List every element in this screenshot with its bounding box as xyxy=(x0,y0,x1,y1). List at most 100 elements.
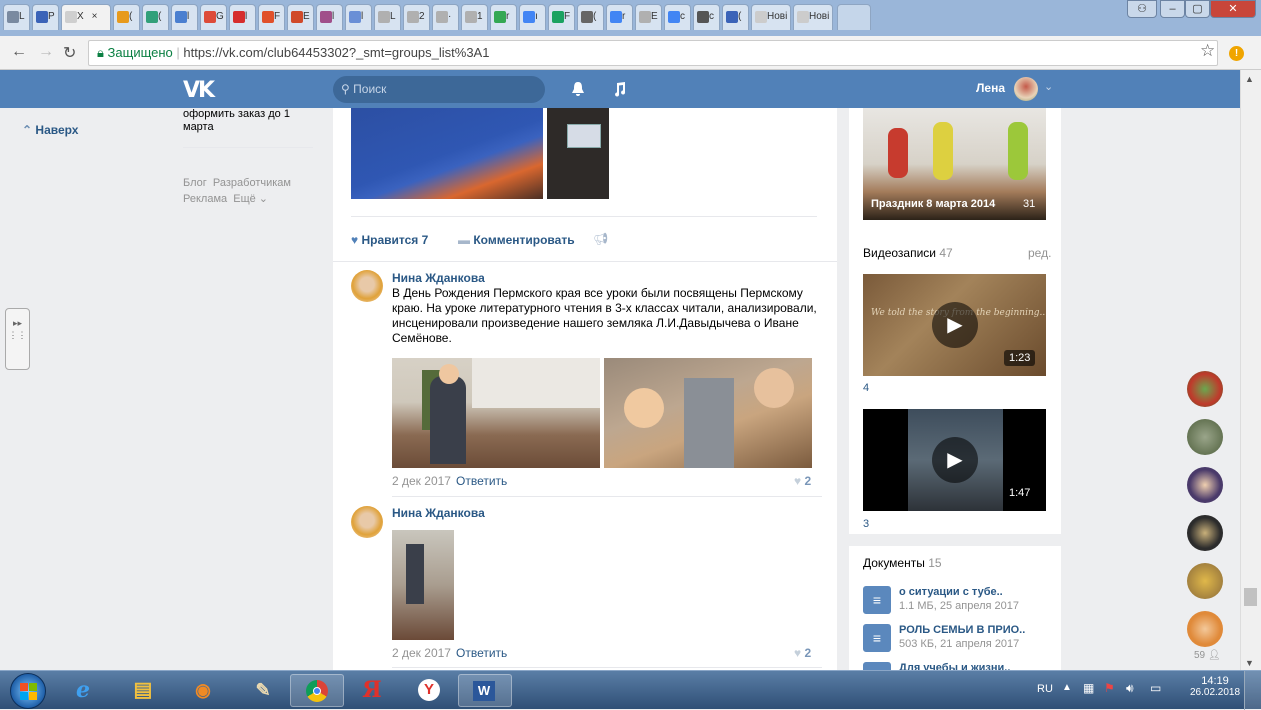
browser-tab[interactable]: 1 xyxy=(461,4,488,30)
window-minimize-button[interactable]: – xyxy=(1160,0,1185,18)
friend-avatar[interactable] xyxy=(1187,563,1223,599)
browser-tab[interactable]: ( xyxy=(722,4,749,30)
comment-like-button[interactable]: ♥ 2 xyxy=(794,646,811,660)
browser-tab[interactable]: l xyxy=(316,4,343,30)
post-photo[interactable] xyxy=(547,108,609,199)
window-close-button[interactable]: ✕ xyxy=(1210,0,1256,18)
show-desktop-button[interactable] xyxy=(1244,671,1261,710)
footer-link-blog[interactable]: Блог xyxy=(183,177,207,189)
comment-button[interactable]: ▬ Комментировать xyxy=(458,233,575,247)
tray-arrow-icon[interactable]: ▲ xyxy=(1062,682,1072,693)
browser-tab[interactable]: r xyxy=(490,4,517,30)
comment-photo[interactable] xyxy=(392,530,454,640)
browser-tab[interactable]: F xyxy=(258,4,285,30)
document-item[interactable]: ≡ РОЛЬ СЕМЬИ В ПРИО.. 503 КБ, 21 апреля 20… xyxy=(863,624,1053,658)
browser-tab[interactable]: P xyxy=(32,4,59,30)
like-button[interactable]: ♥ Нравится 7 xyxy=(351,233,428,247)
footer-link-dev[interactable]: Разработчикам xyxy=(213,177,291,189)
friend-avatar[interactable] xyxy=(1187,467,1223,503)
browser-tab[interactable]: Х × xyxy=(61,4,111,30)
word-taskbar-icon[interactable]: W xyxy=(458,674,512,707)
comment-photo[interactable] xyxy=(604,358,812,468)
scroll-down-arrow[interactable]: ▼ xyxy=(1245,658,1254,668)
browser-tab[interactable]: l xyxy=(171,4,198,30)
back-icon[interactable]: ← xyxy=(11,43,27,61)
window-restore-button[interactable]: ⚇ xyxy=(1127,0,1157,18)
document-item[interactable]: ≡ о ситуации с тубе.. 1.1 МБ, 25 апреля 20… xyxy=(863,586,1053,620)
browser-tab[interactable]: L xyxy=(3,4,30,30)
ie-taskbar-icon[interactable]: e xyxy=(56,674,110,707)
comment-author[interactable]: Нина Жданкова xyxy=(392,506,485,520)
language-indicator[interactable]: RU xyxy=(1037,683,1053,695)
browser-tab[interactable]: 2 xyxy=(403,4,430,30)
scroll-up-arrow[interactable]: ▲ xyxy=(1245,74,1254,84)
friend-avatar[interactable] xyxy=(1187,419,1223,455)
tab-close-icon[interactable]: × xyxy=(92,11,98,22)
browser-tab[interactable]: E xyxy=(635,4,662,30)
reload-icon[interactable]: ↻ xyxy=(63,43,76,63)
album-cover[interactable]: Праздник 8 марта 2014 31 xyxy=(863,108,1046,220)
search-input[interactable]: ⚲ Поиск xyxy=(333,76,545,103)
comment-author[interactable]: Нина Жданкова xyxy=(392,271,485,285)
browser-tab[interactable]: ( xyxy=(113,4,140,30)
browser-tab[interactable]: ı xyxy=(519,4,546,30)
browser-tab[interactable]: · xyxy=(432,4,459,30)
edit-link[interactable]: ред. xyxy=(1028,246,1051,260)
yandex-browser-taskbar-icon[interactable]: Я xyxy=(345,674,399,707)
chrome-taskbar-icon[interactable] xyxy=(290,674,344,707)
scroll-up-button[interactable]: ⌃ Наверх xyxy=(22,123,78,137)
browser-tab[interactable]: c xyxy=(693,4,720,30)
browser-tab[interactable]: E xyxy=(287,4,314,30)
browser-tab[interactable]: l xyxy=(229,4,256,30)
comment-avatar[interactable] xyxy=(351,506,383,538)
browser-tab[interactable]: F xyxy=(548,4,575,30)
browser-tab[interactable]: L xyxy=(374,4,401,30)
comment-photo[interactable] xyxy=(392,358,600,468)
browser-tab[interactable]: ( xyxy=(577,4,604,30)
media-player-taskbar-icon[interactable]: ◉ xyxy=(176,674,230,707)
browser-tab[interactable]: Нові xyxy=(793,4,833,30)
browser-tab[interactable]: l xyxy=(345,4,372,30)
tray-device-icon[interactable]: ▦ xyxy=(1083,681,1094,695)
start-button[interactable] xyxy=(10,673,46,709)
reply-button[interactable]: Ответить xyxy=(456,646,507,660)
comment-avatar[interactable] xyxy=(351,270,383,302)
bell-icon[interactable] xyxy=(571,81,585,97)
clock[interactable]: 14:19 26.02.2018 xyxy=(1190,675,1240,698)
post-photo[interactable] xyxy=(351,108,543,199)
music-icon[interactable] xyxy=(613,81,627,97)
video-thumb[interactable]: ▶ 1:47 xyxy=(863,409,1046,511)
explorer-taskbar-icon[interactable]: ▤ xyxy=(116,674,170,707)
videos-header[interactable]: Видеозаписи 47 xyxy=(863,246,953,260)
chevron-down-icon[interactable]: ⌄ xyxy=(1044,80,1053,93)
play-icon[interactable]: ▶ xyxy=(932,302,978,348)
browser-tab[interactable]: Нові xyxy=(751,4,791,30)
friend-avatar[interactable] xyxy=(1187,371,1223,407)
scroll-thumb[interactable] xyxy=(1244,588,1257,606)
browser-tab[interactable]: r xyxy=(606,4,633,30)
new-tab-button[interactable] xyxy=(837,4,871,30)
browser-tab[interactable]: G xyxy=(200,4,227,30)
documents-header[interactable]: Документы 15 xyxy=(863,556,942,570)
browser-tab[interactable]: c xyxy=(664,4,691,30)
user-avatar[interactable] xyxy=(1014,77,1038,101)
tray-display-icon[interactable]: ▭ xyxy=(1150,681,1161,695)
side-panel-handle[interactable]: ▸▸ ⋮⋮ xyxy=(5,308,30,370)
yandex-taskbar-icon[interactable]: Y xyxy=(403,674,457,707)
video-thumb[interactable]: We told the story from the beginning... … xyxy=(863,274,1046,376)
footer-link-ads[interactable]: Реклама xyxy=(183,193,227,205)
browser-tab[interactable]: ( xyxy=(142,4,169,30)
friend-avatar[interactable] xyxy=(1187,515,1223,551)
share-icon[interactable]: 📢︎ xyxy=(593,232,608,246)
forward-icon[interactable]: → xyxy=(38,43,54,61)
menu-alert-icon[interactable]: ! xyxy=(1229,46,1244,61)
tray-volume-icon[interactable]: 🔊︎ xyxy=(1126,681,1134,696)
bookmark-star-icon[interactable]: ☆ xyxy=(1200,41,1215,61)
friend-avatar[interactable] xyxy=(1187,611,1223,647)
vk-logo[interactable]: VK xyxy=(183,78,215,103)
play-icon[interactable]: ▶ xyxy=(932,437,978,483)
window-maximize-button[interactable]: ▢ xyxy=(1185,0,1210,18)
address-bar[interactable]: 🔒︎ Защищено | https://vk.com/club6445330… xyxy=(88,40,1218,66)
friends-counter[interactable]: 59 👤︎ xyxy=(1194,650,1221,661)
reply-button[interactable]: Ответить xyxy=(456,474,507,488)
